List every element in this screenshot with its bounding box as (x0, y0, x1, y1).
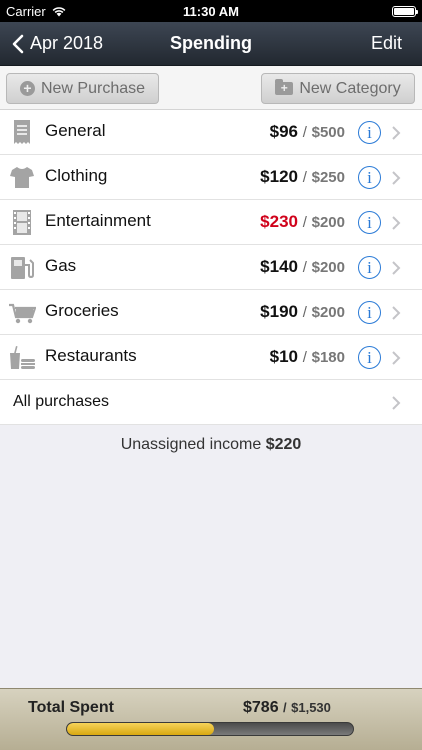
chevron-right-icon (392, 396, 401, 410)
category-budget: $180 (311, 349, 345, 366)
category-spent: $230 (260, 212, 298, 231)
amount-separator: / (302, 124, 307, 141)
total-spent-label: Total Spent (28, 699, 114, 716)
chevron-right-icon (392, 261, 401, 275)
category-row-general[interactable]: General $96 / $500 i (0, 110, 422, 155)
new-category-label: New Category (299, 79, 401, 97)
category-budget: $500 (311, 124, 345, 141)
category-budget: $200 (311, 214, 345, 231)
amount-separator: / (302, 214, 307, 231)
amount-separator: / (302, 169, 307, 186)
gas-pump-icon (11, 257, 34, 279)
new-purchase-button[interactable]: + New Purchase (6, 73, 159, 104)
chevron-right-icon (392, 126, 401, 140)
chevron-right-icon (392, 171, 401, 185)
category-budget: $200 (311, 259, 345, 276)
amount-separator: / (302, 349, 307, 366)
category-spent: $190 (260, 302, 298, 321)
category-name: Entertainment (45, 211, 151, 230)
chevron-right-icon (392, 351, 401, 365)
total-budget-amount: $1,530 (291, 700, 331, 715)
receipt-icon (14, 120, 30, 144)
toolbar: + New Purchase + New Category (0, 66, 422, 110)
progress-fill (67, 723, 214, 735)
edit-button[interactable]: Edit (371, 33, 402, 54)
film-icon (13, 210, 31, 235)
shirt-icon (10, 167, 34, 188)
battery-icon (392, 5, 418, 17)
status-bar: Carrier 11:30 AM (0, 0, 422, 22)
amount-separator: / (302, 304, 307, 321)
new-purchase-label: New Purchase (40, 79, 146, 97)
back-label: Apr 2018 (30, 33, 104, 53)
unassigned-income: Unassigned income $220 (0, 436, 422, 454)
nav-bar: Apr 2018 Spending Edit (0, 22, 422, 66)
category-row-restaurants[interactable]: Restaurants $10 / $180 i (0, 335, 422, 380)
total-footer: Total Spent $786 / $1,530 (0, 688, 422, 750)
wifi-icon (52, 6, 66, 16)
info-button[interactable]: i (358, 121, 381, 144)
all-purchases-label: All purchases (13, 393, 110, 410)
amount-separator: / (283, 700, 287, 715)
category-budget: $250 (311, 169, 345, 186)
info-button[interactable]: i (358, 211, 381, 234)
amount-separator: / (302, 259, 307, 276)
cart-icon (9, 303, 36, 324)
info-button[interactable]: i (358, 256, 381, 279)
category-spent: $96 (269, 122, 298, 141)
folder-plus-icon: + (275, 79, 294, 95)
back-button[interactable]: Apr 2018 (0, 22, 103, 65)
unassigned-amount: $220 (265, 436, 302, 453)
category-spent: $140 (260, 257, 298, 276)
category-budget: $200 (311, 304, 345, 321)
chevron-right-icon (392, 306, 401, 320)
info-button[interactable]: i (358, 301, 381, 324)
category-row-gas[interactable]: Gas $140 / $200 i (0, 245, 422, 290)
category-row-clothing[interactable]: Clothing $120 / $250 i (0, 155, 422, 200)
category-row-entertainment[interactable]: Entertainment $230 / $200 i (0, 200, 422, 245)
all-purchases-row[interactable]: All purchases (0, 380, 422, 425)
info-button[interactable]: i (358, 166, 381, 189)
category-list: General $96 / $500 i Clothing $120 / $25… (0, 110, 422, 425)
category-row-groceries[interactable]: Groceries $190 / $200 i (0, 290, 422, 335)
category-spent: $10 (269, 347, 298, 366)
carrier-label: Carrier (6, 3, 46, 19)
chevron-left-icon (12, 34, 24, 53)
category-name: Clothing (45, 166, 108, 185)
plus-circle-icon: + (19, 81, 35, 96)
spending-progress-bar (66, 722, 354, 736)
info-button[interactable]: i (358, 346, 381, 369)
category-name: Groceries (45, 301, 119, 320)
total-spent-amount: $786 (243, 699, 279, 716)
chevron-right-icon (392, 216, 401, 230)
category-spent: $120 (260, 167, 298, 186)
category-name: Gas (45, 256, 77, 275)
unassigned-label: Unassigned income (120, 436, 262, 453)
new-category-button[interactable]: + New Category (261, 73, 415, 104)
food-drink-icon (10, 346, 35, 369)
category-name: General (45, 121, 106, 140)
category-name: Restaurants (45, 346, 137, 365)
